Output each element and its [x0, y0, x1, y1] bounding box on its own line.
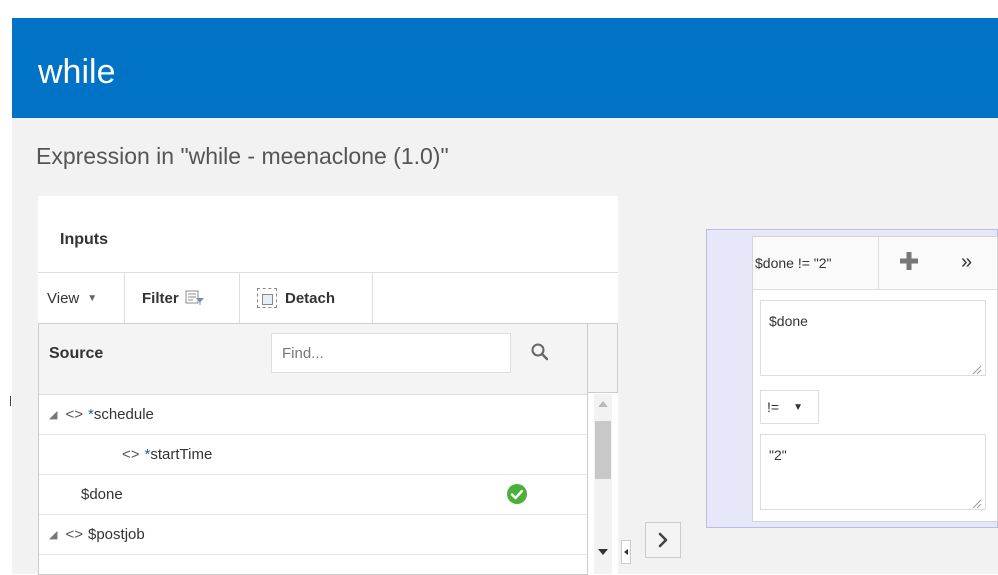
element-tag-icon: <> — [65, 526, 83, 543]
scroll-up-arrow-icon[interactable] — [598, 401, 608, 407]
filter-icon — [185, 290, 205, 306]
resize-grip-icon[interactable] — [972, 496, 982, 509]
view-menu[interactable]: View ▼ — [38, 273, 125, 323]
tree-row-label: schedule — [93, 406, 154, 423]
detach-button[interactable]: Detach — [240, 273, 373, 323]
source-tree-table: Source ◢ <> * schedule <> * startTime — [38, 323, 588, 575]
find-field — [271, 333, 549, 373]
table-header-filler — [588, 323, 618, 393]
expression-panel: $done != "2" » $done != ▼ "2" — [706, 229, 998, 528]
operator-value: != — [767, 399, 780, 415]
filter-label: Filter — [142, 289, 179, 307]
page-header: while — [12, 18, 998, 118]
left-operand-field[interactable]: $done — [760, 300, 986, 376]
tree-scrollbar[interactable] — [594, 394, 612, 574]
inputs-panel: Inputs View ▼ Filter Detach Source Find.… — [38, 196, 618, 575]
chevron-right-icon — [658, 532, 668, 548]
divider-mark — [10, 396, 11, 406]
element-tag-icon: <> — [122, 446, 140, 463]
chevron-down-icon: ▼ — [793, 401, 803, 413]
operator-select[interactable]: != ▼ — [760, 390, 819, 424]
source-column-header: Source — [49, 345, 104, 362]
page-title: while — [38, 53, 116, 91]
check-icon — [507, 484, 527, 504]
expand-triangle-icon[interactable]: ◢ — [49, 408, 57, 421]
collapse-panel-handle[interactable] — [621, 540, 631, 564]
tree-row-done[interactable]: $done — [39, 475, 587, 515]
plus-icon[interactable] — [898, 250, 920, 272]
tree-row-label: startTime — [150, 446, 213, 463]
tree-row-schedule[interactable]: ◢ <> * schedule — [39, 395, 587, 435]
tree-row-postjob[interactable]: ◢ <> $postjob — [39, 515, 587, 555]
view-label: View — [47, 289, 80, 307]
scroll-down-arrow-icon[interactable] — [598, 549, 608, 555]
double-chevron-right-icon[interactable]: » — [961, 251, 972, 273]
expression-card: $done != "2" » $done != ▼ "2" — [752, 236, 998, 522]
tree-row-starttime[interactable]: <> * startTime — [39, 435, 587, 475]
find-input[interactable] — [280, 344, 464, 363]
detach-label: Detach — [285, 289, 336, 307]
search-icon[interactable] — [530, 342, 550, 362]
expression-tab[interactable]: $done != "2" — [753, 237, 879, 289]
element-tag-icon: <> — [65, 406, 83, 423]
chevron-down-icon: ▼ — [87, 292, 98, 304]
right-operand-field[interactable]: "2" — [760, 434, 986, 510]
expression-header: $done != "2" » — [753, 237, 997, 290]
source-table-header: Source — [39, 324, 587, 395]
tree-row-label: $postjob — [88, 526, 145, 543]
scroll-thumb[interactable] — [595, 421, 611, 479]
detach-icon — [257, 288, 277, 308]
resize-grip-icon[interactable] — [972, 362, 982, 375]
inputs-heading: Inputs — [60, 231, 108, 248]
left-operand-value: $done — [769, 313, 808, 329]
inputs-toolbar: View ▼ Filter Detach — [38, 272, 618, 323]
expression-subtitle: Expression in "while - meenaclone (1.0)" — [36, 143, 449, 169]
insert-into-expression-button[interactable] — [645, 522, 681, 558]
tree-row-label: $done — [81, 486, 123, 503]
filter-button[interactable]: Filter — [125, 273, 240, 323]
right-operand-value: "2" — [769, 447, 787, 463]
expand-triangle-icon[interactable]: ◢ — [49, 528, 57, 541]
